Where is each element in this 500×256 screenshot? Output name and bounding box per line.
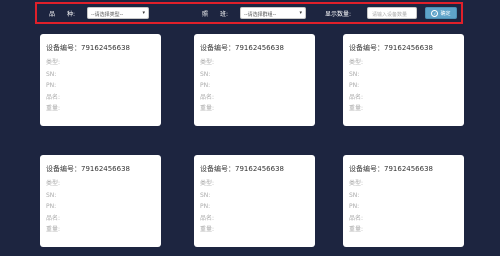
- field-weight: 重量:: [349, 226, 364, 233]
- field-pn: PN:: [349, 82, 360, 89]
- device-card[interactable]: 设备编号：79162456638 类型: SN: PN: 品名: 重量:: [194, 34, 315, 126]
- field-type: 类型:: [349, 59, 364, 66]
- device-card[interactable]: 设备编号：79162456638 类型: SN: PN: 品名: 重量:: [40, 34, 161, 126]
- device-card[interactable]: 设备编号：79162456638 类型: SN: PN: 品名: 重量:: [40, 155, 161, 247]
- field-name: 品名:: [46, 93, 61, 101]
- field-type: 类型:: [349, 180, 364, 187]
- field-sn: SN:: [200, 191, 211, 199]
- rank-select-value: --请选择群组--: [244, 12, 277, 18]
- field-pn: PN:: [46, 82, 57, 89]
- field-type: 类型:: [46, 59, 61, 66]
- chevron-down-icon: ▾: [142, 10, 145, 16]
- field-name: 品名:: [46, 214, 61, 222]
- field-name: 品名:: [200, 93, 215, 101]
- device-card-title: 设备编号：79162456638: [46, 165, 130, 173]
- variety-label: 品 种:: [49, 11, 76, 18]
- chevron-down-icon: ▾: [299, 10, 302, 16]
- device-card-title: 设备编号：79162456638: [349, 165, 433, 173]
- variety-select-value: --请选择类型--: [91, 12, 124, 18]
- field-weight: 重量:: [200, 226, 215, 233]
- rank-label: 照 班:: [202, 11, 229, 18]
- device-card-title: 设备编号：79162456638: [200, 44, 284, 52]
- field-name: 品名:: [349, 214, 364, 222]
- field-pn: PN:: [200, 203, 211, 210]
- field-sn: SN:: [200, 70, 211, 78]
- field-sn: SN:: [349, 191, 360, 199]
- field-type: 类型:: [200, 59, 215, 66]
- field-pn: PN:: [200, 82, 211, 89]
- device-card[interactable]: 设备编号：79162456638 类型: SN: PN: 品名: 重量:: [343, 155, 464, 247]
- confirm-button[interactable]: ✓ 确定: [425, 7, 457, 19]
- field-type: 类型:: [200, 180, 215, 187]
- field-pn: PN:: [349, 203, 360, 210]
- check-circle-icon: ✓: [431, 9, 439, 17]
- count-input-placeholder: 请输入设备数量: [372, 12, 408, 18]
- variety-select[interactable]: --请选择类型-- ▾: [87, 7, 149, 19]
- field-sn: SN:: [46, 191, 57, 199]
- device-card-title: 设备编号：79162456638: [46, 44, 130, 52]
- field-weight: 重量:: [46, 105, 61, 112]
- field-pn: PN:: [46, 203, 57, 210]
- device-card[interactable]: 设备编号：79162456638 类型: SN: PN: 品名: 重量:: [194, 155, 315, 247]
- device-card[interactable]: 设备编号：79162456638 类型: SN: PN: 品名: 重量:: [343, 34, 464, 126]
- filter-toolbar: 品 种: --请选择类型-- ▾ 照 班: --请选择群组-- ▾ 显示数量: …: [35, 2, 463, 24]
- field-weight: 重量:: [46, 226, 61, 233]
- field-weight: 重量:: [200, 105, 215, 112]
- count-label: 显示数量:: [325, 11, 352, 18]
- field-weight: 重量:: [349, 105, 364, 112]
- field-name: 品名:: [349, 93, 364, 101]
- field-sn: SN:: [349, 70, 360, 78]
- field-sn: SN:: [46, 70, 57, 78]
- device-card-title: 设备编号：79162456638: [349, 44, 433, 52]
- count-input[interactable]: 请输入设备数量: [367, 7, 417, 19]
- field-type: 类型:: [46, 180, 61, 187]
- field-name: 品名:: [200, 214, 215, 222]
- device-card-title: 设备编号：79162456638: [200, 165, 284, 173]
- confirm-button-label: 确定: [440, 10, 451, 17]
- rank-select[interactable]: --请选择群组-- ▾: [240, 7, 306, 19]
